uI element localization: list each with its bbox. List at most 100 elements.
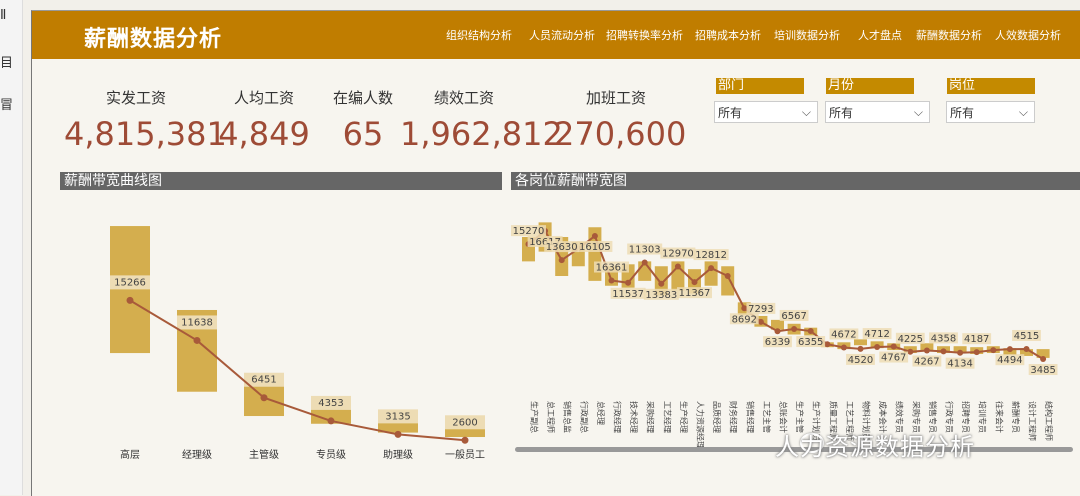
x-tick-label: 往来会计 (994, 401, 1004, 433)
x-tick-label: 生产经理 (679, 401, 689, 433)
month-dropdown[interactable]: 所有 ⌵ (825, 101, 930, 123)
x-tick-label: 人力资源经理 (696, 401, 706, 449)
department-dropdown-value: 所有 (718, 106, 743, 120)
chevron-down-icon: ⌵ (913, 105, 923, 119)
x-tick-label: 薪酬专员 (1011, 401, 1021, 433)
average-point (757, 318, 764, 325)
data-label: 4515 (1014, 331, 1039, 342)
x-tick-label: 总经理 (596, 401, 606, 425)
average-point (625, 279, 632, 286)
average-point (940, 348, 947, 355)
x-tick-label: 销售经理 (745, 401, 755, 433)
nav-efficiency[interactable]: 人效数据分析 (995, 27, 1061, 43)
data-label: 4267 (914, 357, 939, 368)
month-dropdown-value: 所有 (829, 106, 854, 120)
x-tick-label: 设计工程师 (1028, 401, 1038, 441)
pane-icon[interactable]: Ⅱ (0, 8, 6, 23)
average-point (824, 341, 831, 348)
data-label: 4225 (898, 334, 923, 345)
average-point (591, 232, 598, 239)
nav-recruit-cost[interactable]: 招聘成本分析 (695, 27, 761, 43)
band-bar (721, 266, 735, 296)
average-point (608, 277, 615, 284)
kpi-label-actual-pay: 实发工资 (105, 89, 166, 107)
x-tick-label: 总工程师 (546, 401, 556, 433)
kpi-value-headcount: 65 (342, 115, 384, 153)
average-point (658, 280, 665, 287)
nav-recruit-conversion[interactable]: 招聘转换率分析 (606, 27, 683, 43)
x-tick-label: 采购经理 (646, 401, 656, 433)
nav-org[interactable]: 组织结构分析 (446, 27, 512, 43)
data-label: 4767 (881, 353, 906, 364)
data-label: 4672 (831, 329, 856, 340)
x-tick-label: 高层 (120, 448, 140, 461)
kpi-label-performance-pay: 绩效工资 (433, 89, 494, 107)
data-label: 6339 (765, 337, 790, 348)
data-label: 12812 (695, 250, 727, 261)
kpi-value-performance-pay: 1,962,812 (400, 115, 563, 153)
position-dropdown-value: 所有 (950, 106, 975, 120)
data-label: 6355 (798, 337, 823, 348)
average-point (394, 430, 402, 438)
x-tick-label: 销售总监 (563, 401, 573, 433)
nav-training[interactable]: 培训数据分析 (774, 27, 840, 43)
table-icon[interactable]: 目 (0, 52, 13, 71)
average-point (327, 417, 335, 425)
x-tick-label: 培训专员 (978, 401, 988, 433)
average-point (674, 263, 681, 270)
data-label: 4353 (318, 398, 343, 409)
watermark-text: 人力资源数据分析 (775, 433, 975, 461)
nav-talent[interactable]: 人才盘点 (858, 27, 902, 43)
x-tick-label: 技术经理 (629, 401, 639, 433)
kpi-value-actual-pay: 4,815,381 (64, 115, 227, 153)
average-point (957, 349, 964, 356)
band-bar (704, 261, 718, 286)
average-point (840, 344, 847, 351)
x-tick-label: 一般员工 (445, 448, 485, 461)
average-point (874, 344, 881, 351)
average-point (890, 343, 897, 350)
data-label: 2600 (452, 417, 477, 428)
x-tick-label: 结构工程师 (1044, 401, 1054, 441)
header-bar: 薪酬数据分析 组织结构分析 人员流动分析 招聘转换率分析 招聘成本分析 培训数据… (32, 11, 1080, 59)
chevron-down-icon: ⌵ (801, 105, 811, 119)
slicer-title-department: 部门 (716, 78, 804, 94)
x-tick-label: 行政副总 (579, 401, 589, 433)
data-label: 4134 (947, 359, 972, 370)
data-label: 15266 (114, 277, 146, 288)
average-point (641, 259, 648, 266)
data-label: 6567 (781, 311, 806, 322)
data-label: 8692 (732, 314, 757, 325)
nav-salary[interactable]: 薪酬数据分析 (916, 27, 982, 43)
data-label: 4520 (848, 355, 873, 366)
average-point (990, 347, 997, 354)
average-point (741, 305, 748, 312)
band-bar (110, 226, 150, 354)
data-label: 3135 (385, 411, 410, 422)
data-label: 11303 (629, 245, 661, 256)
x-tick-label: 财务经理 (729, 401, 739, 433)
nav-turnover[interactable]: 人员流动分析 (529, 27, 595, 43)
x-tick-label: 工艺主管 (762, 401, 772, 433)
kpi-label-headcount: 在编人数 (332, 89, 393, 107)
data-label: 15270 (513, 226, 545, 237)
position-dropdown[interactable]: 所有 ⌵ (946, 101, 1035, 123)
kpi-value-avg-pay: 4,849 (218, 115, 310, 153)
average-point (791, 325, 798, 332)
data-label: 16105 (579, 242, 611, 253)
model-icon[interactable]: 冒 (0, 94, 13, 113)
x-tick-label: 经理级 (182, 448, 212, 461)
average-point (923, 347, 930, 354)
data-label: 7293 (748, 304, 773, 315)
data-label: 11367 (679, 288, 711, 299)
average-point (260, 394, 268, 402)
right-chart-title: 各岗位薪酬带宽图 (511, 172, 1080, 190)
average-point (691, 279, 698, 286)
x-tick-label: 生产副总 (530, 401, 540, 433)
x-tick-label: 行政经理 (613, 401, 623, 433)
department-dropdown[interactable]: 所有 ⌵ (714, 101, 818, 123)
average-point (1040, 356, 1047, 363)
salary-band-curve-chart: 15266 高层 11638 经理级 6451 主管级 4353 专员级 3135 助理级 2600… (110, 226, 485, 461)
kpi-label-overtime-pay: 加班工资 (585, 89, 646, 107)
x-tick-label: 专员级 (316, 448, 346, 461)
